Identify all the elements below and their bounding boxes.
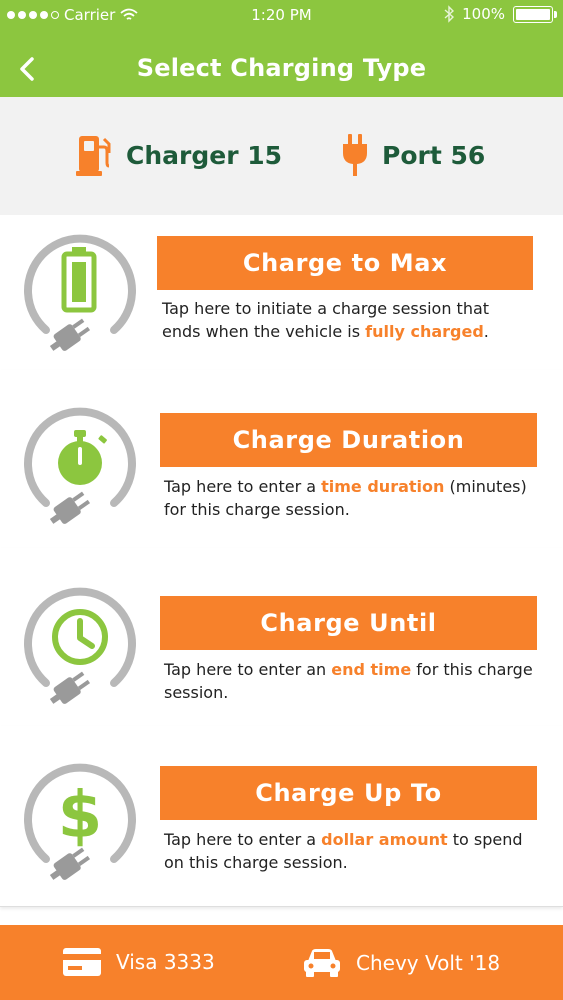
charge-until-button[interactable]: Charge Until [160,596,537,650]
charger-info: Charger 15 [76,133,282,177]
charge-until-description: Tap here to enter an end time for this c… [164,660,533,702]
payment-method[interactable]: Visa 3333 [62,947,215,977]
charger-label: Charger 15 [126,140,283,170]
bluetooth-icon [444,5,455,23]
option-charge-duration[interactable]: Charge Duration Tap here to enter a time… [0,370,563,549]
charge-duration-description: Tap here to enter a time duration (minut… [164,477,527,519]
charge-up-to-button[interactable]: Charge Up To [160,766,537,820]
fuel-pump-icon [76,136,111,176]
charge-to-max-button[interactable]: Charge to Max [157,236,533,290]
plug-icon [343,134,367,176]
charge-up-to-description: Tap here to enter a dollar amount to spe… [164,830,523,872]
battery-icon [24,234,136,351]
port-label: Port 56 [382,140,486,170]
battery-status-icon [513,5,557,23]
charger-info-strip: Charger 15 Port 56 [0,97,563,215]
svg-text:$: $ [58,779,103,853]
dollar-icon: $ [24,763,136,880]
page-title: Select Charging Type [136,54,427,82]
car-icon [304,949,340,977]
bottom-bar: Visa 3333 Chevy Volt '18 [0,925,563,1000]
charge-to-max-description: Tap here to initiate a charge session th… [162,299,490,341]
clock-icon [24,587,136,704]
battery-percent: 100% [462,5,505,23]
vehicle-selector[interactable]: Chevy Volt '18 [302,947,500,979]
option-charge-until[interactable]: Charge Until Tap here to enter an end ti… [0,548,563,727]
header-bar: Carrier 1:20 PM 100% Select Charging Typ… [0,0,563,97]
status-right: 100% [444,5,557,23]
charge-duration-button[interactable]: Charge Duration [160,413,537,467]
credit-card-icon [63,948,101,976]
stopwatch-icon [24,407,136,524]
option-charge-up-to[interactable]: $ Charge Up To Tap here to enter a dolla… [0,726,563,907]
port-info: Port 56 [342,133,485,177]
payment-label: Visa 3333 [116,950,215,974]
status-bar: Carrier 1:20 PM 100% [0,0,563,30]
vehicle-label: Chevy Volt '18 [356,951,501,975]
option-charge-to-max[interactable]: Charge to Max Tap here to initiate a cha… [0,215,563,371]
